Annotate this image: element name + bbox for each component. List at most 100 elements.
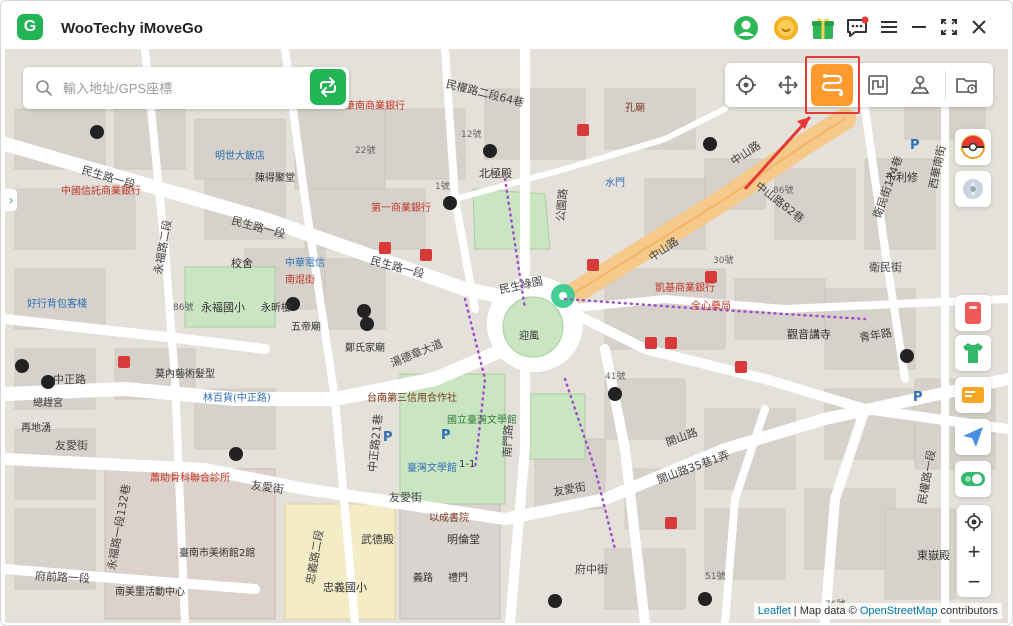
ticket-icon — [962, 387, 984, 403]
place-label: 義路 — [413, 573, 433, 584]
road-label: 府中街 — [575, 563, 608, 576]
gift-icon[interactable] — [810, 15, 836, 41]
place-label: 校舍 — [231, 257, 253, 270]
search-input[interactable] — [63, 77, 303, 99]
place-label: 1-1 — [459, 459, 476, 470]
place-label: 禮門 — [448, 573, 468, 584]
place-label: 五帝廟 — [291, 322, 321, 333]
place-label: 莫內藝術髮型 — [155, 369, 215, 380]
place-label: 再地湧 — [21, 423, 51, 434]
jump-teleport-mode-button[interactable] — [902, 67, 938, 103]
bank-label: 第一商業銀行 — [371, 203, 431, 214]
place-label: 中華電信 — [285, 258, 325, 269]
road-label: 衛民街 — [869, 261, 902, 274]
bank-label: 華南商業銀行 — [345, 101, 405, 112]
folder-clock-icon — [956, 78, 977, 94]
teleport-mode-button[interactable] — [728, 67, 764, 103]
menu-icon[interactable] — [879, 17, 899, 37]
place-label: 千利修 — [885, 171, 918, 184]
place-label: 忠義國小 — [323, 581, 367, 594]
road-label: 友愛街 — [389, 491, 422, 504]
road-label: 友愛街 — [55, 439, 88, 452]
app-logo-letter: G — [23, 18, 37, 35]
house-number: 22號 — [355, 146, 376, 156]
road-label: 中正路 — [53, 373, 86, 386]
close-icon[interactable] — [969, 17, 989, 37]
map-tiles: P P P P — [5, 49, 1008, 623]
place-label: 永昕樓 — [261, 303, 291, 314]
road-label: 府前路一段 — [34, 569, 91, 586]
joystick-mode-button[interactable] — [770, 67, 806, 103]
place-label: 台南第三信用合作社 — [367, 393, 457, 404]
place-label: 北極殿 — [479, 167, 512, 180]
tag-icon — [965, 302, 981, 324]
place-label: 武德殿 — [361, 533, 394, 546]
two-spot-mode-button[interactable] — [860, 67, 896, 103]
osm-link[interactable]: OpenStreetMap — [860, 605, 938, 617]
house-number: 1號 — [435, 182, 450, 192]
place-label: 陳得聚堂 — [255, 173, 295, 184]
locate-me-button[interactable] — [957, 507, 991, 537]
sidebar-expand-handle[interactable]: › — [5, 189, 17, 211]
map-view[interactable]: PPP P 民生路一段 民生路一段 民生路一段 民權路二段64巷 中正路 友愛街… — [5, 49, 1008, 623]
avatar-icon[interactable] — [733, 15, 759, 41]
pokeball-icon — [961, 135, 985, 159]
map-attribution: Leaflet | Map data © OpenStreetMap contr… — [753, 603, 1002, 619]
app-logo-icon: G — [17, 14, 43, 40]
house-number: 30號 — [713, 256, 734, 266]
send-icon — [963, 427, 983, 447]
app-window: G WooTechy iMoveGo P P P P 民生路一段 民生路一段 民… — [0, 0, 1013, 626]
toggle-button[interactable] — [955, 461, 991, 497]
shirt-button[interactable] — [955, 335, 991, 371]
place-label: 凱基商業銀行 — [655, 283, 715, 294]
place-label: 全心藥局 — [691, 301, 731, 312]
place-label: 迎風 — [519, 331, 539, 342]
minimize-icon[interactable] — [909, 17, 929, 37]
chat-icon[interactable] — [844, 15, 870, 41]
store-label: 林百貨(中正路) — [203, 393, 271, 404]
tag-button[interactable] — [955, 295, 991, 331]
hotel-label: 明世大飯店 — [215, 151, 265, 162]
search-go-button[interactable] — [310, 69, 346, 105]
locate-icon — [965, 513, 983, 531]
place-label: 臺灣文學館 — [407, 463, 457, 474]
svg-text:P: P — [910, 138, 920, 153]
place-label: 觀音講寺 — [787, 328, 831, 341]
pin-stand-icon — [910, 75, 930, 94]
house-number: 86號 — [773, 186, 794, 196]
path-box-icon — [868, 75, 888, 95]
place-label: 孔廟 — [625, 103, 645, 114]
place-label: 永福國小 — [201, 301, 245, 314]
pokeball-button[interactable] — [955, 129, 991, 165]
fullscreen-icon[interactable] — [939, 17, 959, 37]
house-number: 12號 — [461, 130, 482, 140]
hotel-label: 好行背包客棧 — [27, 299, 87, 310]
place-label: 以成書院 — [429, 513, 469, 524]
send-button[interactable] — [955, 419, 991, 455]
route-arrow-icon — [320, 77, 336, 97]
coin-icon[interactable] — [773, 15, 799, 41]
toggle-icon — [961, 472, 985, 486]
attribution-text: | Map data © — [790, 605, 860, 617]
shirt-icon — [963, 343, 983, 363]
road-label: 南門路 — [500, 424, 516, 458]
house-number: 51號 — [705, 572, 726, 582]
toolbar-divider — [945, 71, 946, 99]
place-label: 明倫堂 — [447, 533, 480, 546]
zoom-out-button[interactable]: − — [957, 567, 991, 597]
history-mode-button[interactable] — [949, 67, 985, 103]
road-label: 公園路 — [554, 188, 570, 223]
leaflet-link[interactable]: Leaflet — [758, 605, 791, 617]
compass-button[interactable] — [955, 171, 991, 207]
app-title: WooTechy iMoveGo — [61, 20, 203, 37]
zoom-in-button[interactable]: + — [957, 537, 991, 567]
bank-label: 中國信託商業銀行 — [61, 186, 141, 197]
place-label: 總趕宮 — [33, 398, 63, 409]
place-label: 國立臺灣文學館 — [447, 415, 517, 426]
house-number: 41號 — [605, 372, 626, 382]
search-icon — [35, 79, 53, 97]
highlight-frame — [805, 56, 860, 114]
place-label: 臺南市美術館2館 — [179, 548, 256, 559]
ticket-button[interactable] — [955, 377, 991, 413]
place-label: 南美里活動中心 — [115, 587, 185, 598]
